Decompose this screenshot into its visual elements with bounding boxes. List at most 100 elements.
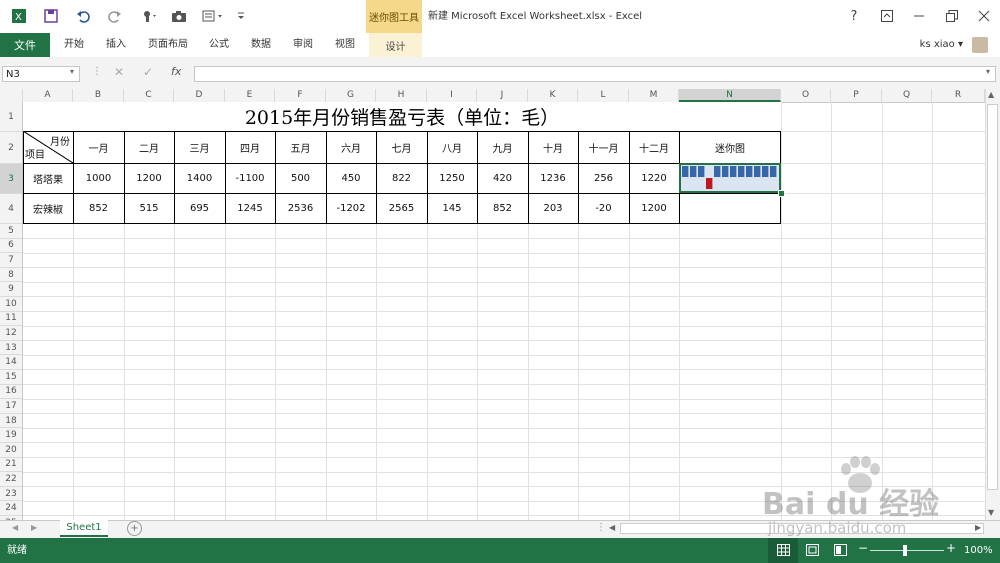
value-cell[interactable]: 256 — [578, 163, 629, 193]
name-box-dropdown-icon[interactable]: ▾ — [70, 67, 74, 76]
tab-formulas[interactable]: 公式 — [209, 33, 229, 57]
month-header[interactable]: 十月 — [528, 131, 578, 163]
value-cell[interactable]: -1100 — [225, 163, 275, 193]
page-layout-view-icon[interactable] — [805, 543, 819, 557]
column-header-p[interactable]: P — [831, 89, 882, 102]
month-header[interactable]: 九月 — [477, 131, 528, 163]
form-icon[interactable] — [200, 6, 226, 26]
column-header-a[interactable]: A — [23, 89, 73, 102]
row-header-6[interactable]: 6 — [0, 239, 22, 254]
row-header-4[interactable]: 4 — [0, 194, 22, 224]
value-cell[interactable]: 1250 — [427, 163, 477, 193]
avatar[interactable] — [972, 37, 988, 53]
zoom-out-icon[interactable]: − — [858, 541, 868, 555]
enter-icon[interactable]: ✓ — [143, 65, 153, 79]
month-header[interactable]: 十一月 — [578, 131, 629, 163]
scroll-down-icon[interactable]: ▼ — [988, 508, 994, 517]
touch-mode-icon[interactable] — [138, 6, 160, 26]
previous-sheet-icon[interactable]: ◀ — [12, 523, 18, 532]
value-cell[interactable]: 852 — [73, 193, 124, 223]
column-header-f[interactable]: F — [275, 89, 326, 102]
row-header-10[interactable]: 10 — [0, 297, 22, 312]
value-cell[interactable]: 1220 — [629, 163, 679, 193]
formula-input[interactable] — [194, 66, 996, 82]
tab-home[interactable]: 开始 — [64, 33, 84, 57]
value-cell[interactable]: 1236 — [528, 163, 578, 193]
column-header-j[interactable]: J — [477, 89, 528, 102]
column-header-g[interactable]: G — [326, 89, 376, 102]
cancel-icon[interactable]: ✕ — [114, 65, 124, 79]
value-cell[interactable]: 852 — [477, 193, 528, 223]
row-header-3[interactable]: 3 — [0, 164, 22, 194]
column-header-r[interactable]: R — [932, 89, 985, 102]
row-header-15[interactable]: 15 — [0, 370, 22, 385]
value-cell[interactable]: 1200 — [629, 193, 679, 223]
header-corner-cell[interactable]: 月份 项目 — [23, 131, 73, 163]
row-header-13[interactable]: 13 — [0, 341, 22, 356]
value-cell[interactable]: 420 — [477, 163, 528, 193]
minimize-icon[interactable] — [905, 6, 933, 26]
tab-review[interactable]: 审阅 — [293, 33, 313, 57]
row-header-11[interactable]: 11 — [0, 312, 22, 327]
row-header-12[interactable]: 12 — [0, 326, 22, 341]
month-header[interactable]: 二月 — [124, 131, 174, 163]
close-icon[interactable] — [970, 6, 998, 26]
row-header-17[interactable]: 17 — [0, 399, 22, 414]
select-all-corner[interactable] — [0, 89, 23, 102]
row-header-16[interactable]: 16 — [0, 385, 22, 400]
row-header-8[interactable]: 8 — [0, 268, 22, 283]
value-cell[interactable]: 1400 — [174, 163, 225, 193]
month-header[interactable]: 八月 — [427, 131, 477, 163]
row-header-21[interactable]: 21 — [0, 458, 22, 473]
month-header[interactable]: 四月 — [225, 131, 275, 163]
column-header-d[interactable]: D — [174, 89, 225, 102]
value-cell[interactable]: 1000 — [73, 163, 124, 193]
row-header-24[interactable]: 24 — [0, 501, 22, 516]
product-name-cell[interactable]: 宏辣椒 — [23, 193, 73, 223]
tab-view[interactable]: 视图 — [335, 33, 355, 57]
customize-quick-access-icon[interactable] — [230, 6, 252, 26]
save-icon[interactable] — [40, 6, 62, 26]
column-header-n[interactable]: N — [679, 89, 781, 102]
name-box[interactable]: N3 — [2, 66, 80, 82]
row-header-23[interactable]: 23 — [0, 487, 22, 502]
value-cell[interactable]: 2536 — [275, 193, 326, 223]
row-header-22[interactable]: 22 — [0, 472, 22, 487]
column-header-q[interactable]: Q — [882, 89, 932, 102]
value-cell[interactable]: 450 — [326, 163, 376, 193]
undo-icon[interactable] — [72, 6, 94, 26]
column-header-c[interactable]: C — [124, 89, 174, 102]
scroll-right-icon[interactable]: ▶ — [975, 523, 981, 532]
tab-insert[interactable]: 插入 — [106, 33, 126, 57]
redo-icon[interactable] — [104, 6, 126, 26]
sheet-tab-sheet1[interactable]: Sheet1 — [60, 520, 108, 537]
row-header-5[interactable]: 5 — [0, 224, 22, 239]
row-header-2[interactable]: 2 — [0, 132, 22, 164]
zoom-in-icon[interactable]: + — [946, 541, 956, 555]
normal-view-icon[interactable] — [776, 543, 790, 557]
next-sheet-icon[interactable]: ▶ — [31, 523, 37, 532]
fill-handle[interactable] — [778, 190, 785, 197]
month-header[interactable]: 六月 — [326, 131, 376, 163]
scroll-up-icon[interactable]: ▲ — [988, 90, 994, 99]
value-cell[interactable]: 1200 — [124, 163, 174, 193]
expand-formula-bar-icon[interactable]: ▾ — [986, 67, 990, 76]
row-header-1[interactable]: 1 — [0, 102, 22, 132]
value-cell[interactable]: 515 — [124, 193, 174, 223]
column-header-o[interactable]: O — [781, 89, 831, 102]
month-header[interactable]: 七月 — [376, 131, 427, 163]
row-header-19[interactable]: 19 — [0, 428, 22, 443]
month-header[interactable]: 一月 — [73, 131, 124, 163]
product-name-cell[interactable]: 塔塔果 — [23, 163, 73, 193]
empty-sparkline-cell[interactable] — [679, 193, 781, 223]
zoom-slider-track[interactable] — [870, 550, 944, 551]
value-cell[interactable]: 500 — [275, 163, 326, 193]
column-header-e[interactable]: E — [225, 89, 275, 102]
value-cell[interactable]: 2565 — [376, 193, 427, 223]
value-cell[interactable]: 695 — [174, 193, 225, 223]
tab-page-layout[interactable]: 页面布局 — [148, 33, 188, 57]
camera-icon[interactable] — [168, 6, 190, 26]
row-header-20[interactable]: 20 — [0, 443, 22, 458]
page-break-preview-icon[interactable] — [833, 543, 847, 557]
vertical-scroll-thumb[interactable] — [987, 104, 998, 490]
